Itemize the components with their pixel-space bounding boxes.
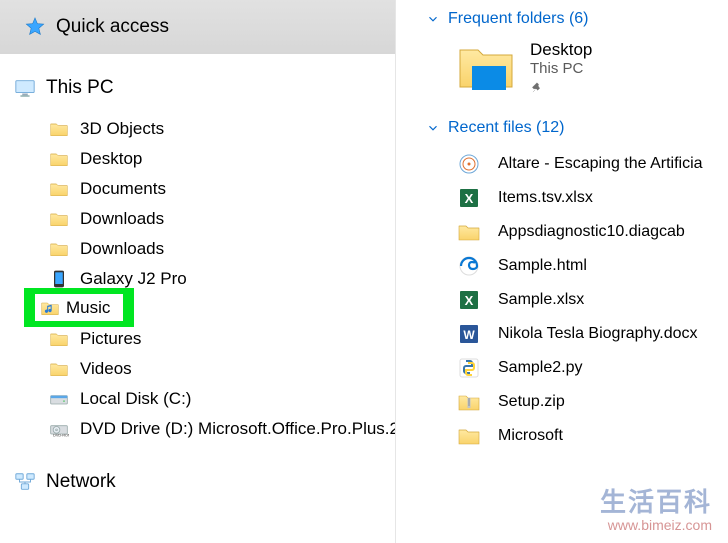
tree-label: Videos	[80, 359, 132, 379]
network-label: Network	[46, 471, 116, 493]
this-pc-label: This PC	[46, 77, 114, 99]
recent-file-name: Sample.xlsx	[498, 291, 584, 309]
content-pane: Frequent folders (6) Desktop This PC Rec…	[395, 0, 728, 543]
tree-label: 3D Objects	[80, 119, 164, 139]
recent-file-name: Sample.html	[498, 257, 587, 275]
recent-file-item[interactable]: Sample2.py	[396, 351, 728, 385]
chevron-down-icon	[426, 121, 440, 135]
tree-item-dvd-drive[interactable]: DVD Drive (D:) Microsoft.Office.Pro.Plus…	[0, 414, 395, 444]
python-icon	[454, 355, 484, 381]
tree-label: Desktop	[80, 149, 142, 169]
recent-file-name: Microsoft	[498, 427, 563, 445]
tree-label: Local Disk (C:)	[80, 389, 191, 409]
folder-icon	[48, 118, 70, 140]
recent-header-label: Recent files (12)	[448, 119, 565, 137]
tree-item-documents[interactable]: Documents	[0, 174, 395, 204]
recent-file-name: Nikola Tesla Biography.docx	[498, 325, 698, 343]
dvd-icon	[48, 418, 70, 440]
recent-file-item[interactable]: Altare - Escaping the Artificia	[396, 147, 728, 181]
tree-label: Downloads	[80, 239, 164, 259]
recent-file-item[interactable]: Sample.xlsx	[396, 283, 728, 317]
tree-item-3d-objects[interactable]: 3D Objects	[0, 114, 395, 144]
recent-file-item[interactable]: Sample.html	[396, 249, 728, 283]
folder-icon	[48, 148, 70, 170]
recent-file-name: Sample2.py	[498, 359, 583, 377]
tree-item-pictures[interactable]: Pictures	[0, 324, 395, 354]
music-folder-icon	[39, 297, 61, 319]
tree-item-quick-access[interactable]: Quick access	[0, 0, 395, 54]
tree-label: Documents	[80, 179, 166, 199]
recent-file-item[interactable]: Appsdiagnostic10.diagcab	[396, 215, 728, 249]
recent-file-name: Altare - Escaping the Artificia	[498, 155, 703, 173]
recent-file-name: Setup.zip	[498, 393, 565, 411]
phone-icon	[48, 268, 70, 290]
folder-icon	[48, 328, 70, 350]
tree-item-downloads[interactable]: Downloads	[0, 204, 395, 234]
folder-thumbnail	[456, 40, 516, 94]
tree-label: Music	[66, 298, 110, 318]
star-icon	[24, 16, 46, 38]
network-icon	[14, 471, 36, 493]
edge-icon	[454, 253, 484, 279]
frequent-folder-item[interactable]: Desktop This PC	[396, 40, 728, 95]
navigation-pane: Quick access This PC 3D Objects Desktop …	[0, 0, 395, 543]
zip-icon	[454, 389, 484, 415]
tree-label: Pictures	[80, 329, 141, 349]
recent-file-item[interactable]: Microsoft	[396, 419, 728, 453]
tree-item-videos[interactable]: Videos	[0, 354, 395, 384]
folder-icon	[48, 208, 70, 230]
excel-icon	[454, 287, 484, 313]
tree-item-desktop[interactable]: Desktop	[0, 144, 395, 174]
group-header-frequent[interactable]: Frequent folders (6)	[396, 10, 728, 28]
recent-file-name: Appsdiagnostic10.diagcab	[498, 223, 685, 241]
quick-access-label: Quick access	[56, 16, 169, 38]
monitor-icon	[14, 77, 36, 99]
tree-item-network[interactable]: Network	[0, 462, 395, 502]
tree-item-downloads-2[interactable]: Downloads	[0, 234, 395, 264]
recent-file-item[interactable]: Setup.zip	[396, 385, 728, 419]
frequent-header-label: Frequent folders (6)	[448, 10, 589, 28]
folder-icon	[48, 178, 70, 200]
folder-icon	[48, 238, 70, 260]
recent-file-item[interactable]: Items.tsv.xlsx	[396, 181, 728, 215]
tree-label: DVD Drive (D:) Microsoft.Office.Pro.Plus…	[80, 419, 395, 439]
folder-icon	[48, 358, 70, 380]
tree-label: Galaxy J2 Pro	[80, 269, 187, 289]
frequent-folder-name: Desktop	[530, 40, 592, 60]
group-header-recent[interactable]: Recent files (12)	[396, 119, 728, 137]
word-icon	[454, 321, 484, 347]
pin-icon	[530, 81, 592, 95]
tree-label: Downloads	[80, 209, 164, 229]
excel-icon	[454, 185, 484, 211]
drive-icon	[48, 388, 70, 410]
frequent-folder-location: This PC	[530, 60, 592, 77]
folder-icon	[454, 219, 484, 245]
tree-item-music[interactable]: Music	[35, 294, 123, 321]
recent-file-item[interactable]: Nikola Tesla Biography.docx	[396, 317, 728, 351]
audio-icon	[454, 151, 484, 177]
recent-file-name: Items.tsv.xlsx	[498, 189, 593, 207]
chevron-down-icon	[426, 12, 440, 26]
highlight-annotation: Music	[24, 288, 134, 327]
tree-item-local-disk[interactable]: Local Disk (C:)	[0, 384, 395, 414]
folder-icon	[454, 423, 484, 449]
tree-item-this-pc[interactable]: This PC	[0, 68, 395, 108]
